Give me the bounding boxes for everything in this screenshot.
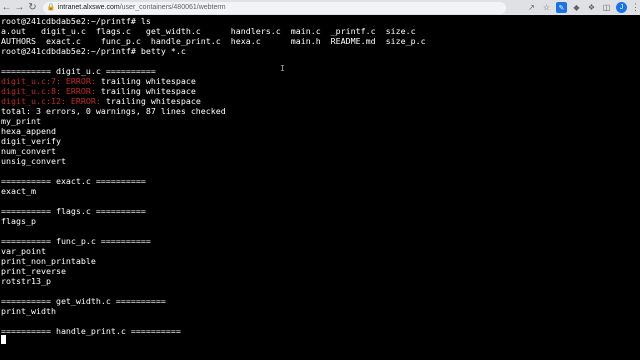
- terminal-line: ========== digit_u.c ==========: [1, 66, 156, 76]
- terminal-line: digit_verify: [1, 136, 61, 146]
- terminal-line: total: 3 errors, 0 warnings, 87 lines ch…: [1, 106, 226, 116]
- terminal-text: ========== func_p.c ==========: [1, 236, 151, 246]
- terminal-text: a.out digit_u.c flags.c get_width.c hand…: [1, 26, 416, 36]
- terminal-text: hexa_append: [1, 126, 56, 136]
- terminal-text: total: 3 errors, 0 warnings, 87 lines ch…: [1, 106, 226, 116]
- terminal-line: root@241cdbdab5e2:~/printf# ls: [1, 16, 151, 26]
- terminal-text: num_convert: [1, 146, 56, 156]
- reload-icon[interactable]: ↻: [26, 1, 39, 15]
- terminal-line: digit_u.c:12: ERROR: trailing whitespace: [1, 96, 201, 106]
- text-cursor-icon: I: [280, 64, 285, 73]
- terminal-line: ========== flags.c ==========: [1, 206, 146, 216]
- terminal-text: exact_m: [1, 186, 36, 196]
- terminal-line: var_point: [1, 246, 46, 256]
- sidebar-icon[interactable]: ◫: [601, 2, 612, 13]
- terminal-line: print_non_printable: [1, 256, 96, 266]
- forward-icon[interactable]: →: [13, 1, 26, 15]
- error-text: digit_u.c:8: ERROR:: [1, 86, 96, 96]
- terminal-text: ========== get_width.c ==========: [1, 296, 166, 306]
- terminal-text: rotstr13_p: [1, 276, 51, 286]
- terminal-text: print_width: [1, 306, 56, 316]
- terminal-line: ========== exact.c ==========: [1, 176, 146, 186]
- terminal-text: print_reverse: [1, 266, 66, 276]
- lock-icon[interactable]: 🔒: [47, 4, 56, 12]
- terminal-text: trailing whitespace: [100, 96, 201, 106]
- terminal-line: print_reverse: [1, 266, 66, 276]
- terminal-line: AUTHORS exact.c func_p.c handle_print.c …: [1, 36, 426, 46]
- terminal-line: unsig_convert: [1, 156, 66, 166]
- terminal-text: my_print: [1, 116, 41, 126]
- extension-icon[interactable]: ◆: [571, 2, 582, 13]
- terminal-text: AUTHORS exact.c func_p.c handle_print.c …: [1, 36, 426, 46]
- puzzle-icon[interactable]: ❖: [586, 2, 597, 13]
- terminal-text: unsig_convert: [1, 156, 66, 166]
- browser-toolbar: ← → ↻ 🔒 intranet.alxswe.com/user_contain…: [0, 0, 640, 15]
- terminal-line: my_print: [1, 116, 41, 126]
- url-host: intranet.alxswe.com: [57, 4, 120, 11]
- terminal-line: flags_p: [1, 216, 36, 226]
- terminal-text: trailing whitespace: [95, 76, 196, 86]
- terminal-line: rotstr13_p: [1, 276, 51, 286]
- terminal-line: print_width: [1, 306, 56, 316]
- terminal-line: ========== get_width.c ==========: [1, 296, 166, 306]
- terminal-text: ========== flags.c ==========: [1, 206, 146, 216]
- terminal-window[interactable]: root@241cdbdab5e2:~/printf# ls a.out digi…: [0, 15, 640, 360]
- bookmark-star-icon[interactable]: ☆: [541, 2, 552, 13]
- terminal-line: ========== func_p.c ==========: [1, 236, 151, 246]
- terminal-line: digit_u.c:7: ERROR: trailing whitespace: [1, 76, 196, 86]
- terminal-line: root@241cdbdab5e2:~/printf# betty *.c: [1, 46, 186, 56]
- terminal-text: ========== exact.c ==========: [1, 176, 146, 186]
- extension-blue-icon[interactable]: ✎: [555, 2, 567, 13]
- terminal-text: digit_verify: [1, 136, 61, 146]
- terminal-line: num_convert: [1, 146, 56, 156]
- terminal-text: root@241cdbdab5e2:~/printf# ls: [1, 16, 151, 26]
- url-path: /user_containers/480061/webterm: [119, 4, 226, 11]
- terminal-line: exact_m: [1, 186, 36, 196]
- menu-icon[interactable]: ⋮: [631, 2, 640, 13]
- terminal-line: a.out digit_u.c flags.c get_width.c hand…: [1, 26, 416, 36]
- address-bar[interactable]: 🔒 intranet.alxswe.com/user_containers/48…: [42, 1, 506, 14]
- terminal-text: ========== digit_u.c ==========: [1, 66, 156, 76]
- terminal-text: var_point: [1, 246, 46, 256]
- terminal-line: ========== handle_print.c ==========: [1, 326, 181, 336]
- terminal-text: ========== handle_print.c ==========: [1, 326, 181, 336]
- error-text: digit_u.c:12: ERROR:: [1, 96, 101, 106]
- error-text: digit_u.c:7: ERROR:: [1, 76, 96, 86]
- terminal-line: hexa_append: [1, 126, 56, 136]
- terminal-text: root@241cdbdab5e2:~/printf# betty *.c: [1, 46, 186, 56]
- profile-avatar[interactable]: J: [615, 2, 627, 13]
- terminal-line: digit_u.c:8: ERROR: trailing whitespace: [1, 86, 196, 96]
- terminal-text: trailing whitespace: [95, 86, 196, 96]
- terminal-cursor: [1, 335, 6, 344]
- url-text[interactable]: intranet.alxswe.com/user_containers/4800…: [58, 4, 226, 11]
- terminal-text: print_non_printable: [1, 256, 96, 266]
- back-icon[interactable]: ←: [0, 1, 13, 15]
- extensions-area: ↗ ☆ ✎ ◆ ❖ ◫ J ⋮: [526, 2, 640, 13]
- share-icon[interactable]: ↗: [526, 2, 537, 13]
- terminal-text: flags_p: [1, 216, 36, 226]
